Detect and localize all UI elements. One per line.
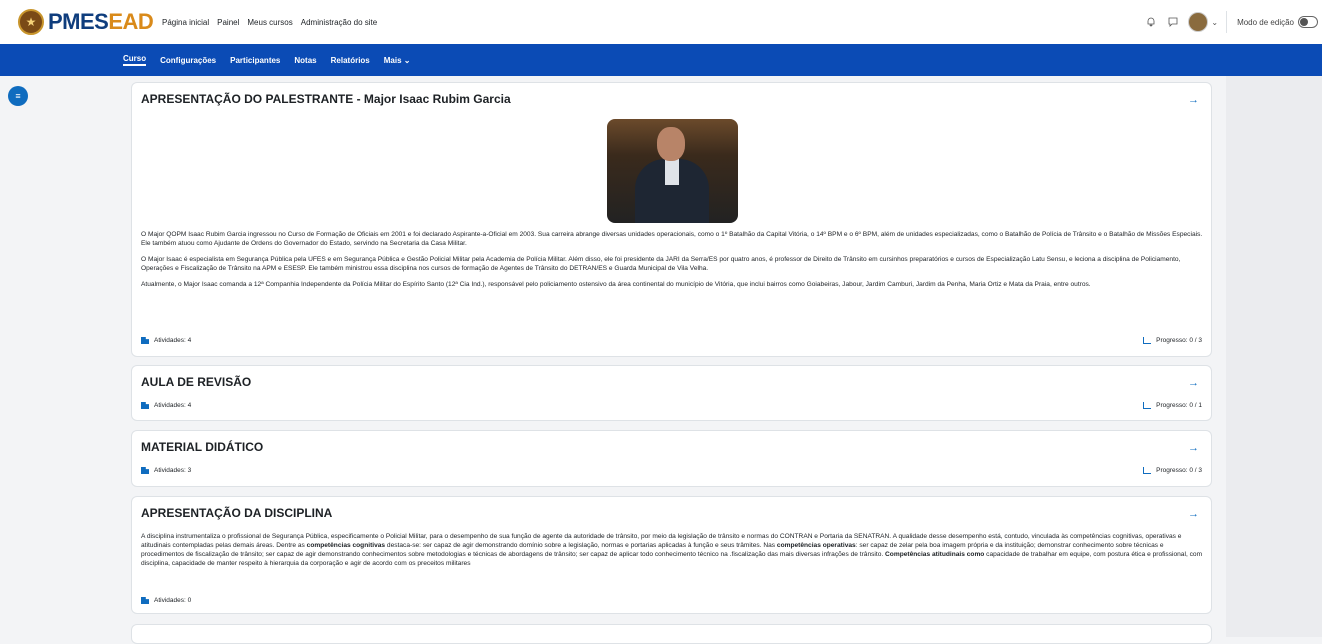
section-description: A disciplina instrumentaliza o profissio… — [141, 532, 1204, 575]
chart-icon — [1143, 337, 1152, 344]
progress-info: Progresso: 0 / 3 — [1143, 337, 1202, 344]
nav-home[interactable]: Página inicial — [162, 18, 209, 27]
right-drawer-area — [1226, 76, 1322, 637]
section-card: APRESENTAÇÃO DO PALESTRANTE - Major Isaa… — [131, 82, 1212, 357]
activities-count: Atividades: 4 — [141, 337, 191, 344]
bold-text: competências operativas — [776, 542, 856, 549]
tab-reports[interactable]: Relatórios — [331, 56, 370, 65]
tab-grades[interactable]: Notas — [294, 56, 316, 65]
section-card: AULA DE REVISÃO → Atividades: 4 Progress… — [131, 365, 1212, 421]
tab-more[interactable]: Mais ⌄ — [384, 56, 411, 65]
avatar[interactable] — [1188, 12, 1209, 32]
chat-icon[interactable] — [1166, 15, 1180, 29]
edit-mode-toggle[interactable] — [1298, 16, 1318, 28]
arrow-right-icon[interactable]: → — [1188, 508, 1199, 520]
description-paragraph: Atualmente, o Major Isaac comanda a 12ª … — [141, 281, 1091, 288]
bell-icon[interactable] — [1144, 15, 1158, 29]
description-paragraph: A disciplina instrumentaliza o profissio… — [141, 532, 1204, 568]
activities-count: Atividades: 3 — [141, 467, 191, 474]
next-section-card — [131, 624, 1212, 644]
activities-count: Atividades: 0 — [141, 597, 191, 604]
section-description: O Major QOPM Isaac Rubim Garcia ingresso… — [141, 230, 1204, 296]
chart-icon — [1143, 467, 1152, 474]
tab-course[interactable]: Curso — [123, 54, 147, 66]
user-tools: ⌄ Modo de edição — [1144, 0, 1322, 44]
top-navbar: ★ PMESEAD Página inicial Painel Meus cur… — [0, 0, 1322, 45]
speaker-photo — [607, 119, 738, 223]
description-paragraph: O Major QOPM Isaac Rubim Garcia ingresso… — [141, 231, 1203, 247]
bold-text: Competências atitudinais como — [885, 551, 985, 558]
course-index-toggle-icon[interactable]: ≡ — [8, 86, 28, 106]
divider — [1226, 11, 1228, 33]
arrow-right-icon[interactable]: → — [1188, 442, 1199, 454]
nav-my-courses[interactable]: Meus cursos — [247, 18, 292, 27]
text-segment: destaca-se: ser capaz de agir demonstran… — [385, 542, 777, 549]
progress-info: Progresso: 0 / 1 — [1143, 402, 1202, 409]
arrow-right-icon[interactable]: → — [1188, 94, 1199, 106]
activities-icon — [141, 467, 149, 474]
activities-icon — [141, 597, 149, 604]
section-title[interactable]: MATERIAL DIDÁTICO — [141, 440, 263, 454]
activities-icon — [141, 402, 149, 409]
section-title[interactable]: AULA DE REVISÃO — [141, 375, 251, 389]
logo-text: PMESEAD — [48, 9, 154, 34]
arrow-right-icon[interactable]: → — [1188, 377, 1199, 389]
activities-icon — [141, 337, 149, 344]
activities-count: Atividades: 4 — [141, 402, 191, 409]
tab-participants[interactable]: Participantes — [230, 56, 280, 65]
description-paragraph: O Major Isaac é especialista em Seguranç… — [141, 256, 1181, 272]
primary-navigation: Página inicial Painel Meus cursos Admini… — [162, 0, 377, 44]
section-title[interactable]: APRESENTAÇÃO DO PALESTRANTE - Major Isaa… — [141, 92, 511, 106]
edit-mode-label: Modo de edição — [1237, 17, 1294, 27]
course-navigation: Curso Configurações Participantes Notas … — [0, 44, 1322, 76]
nav-dashboard[interactable]: Painel — [217, 18, 239, 27]
section-title[interactable]: APRESENTAÇÃO DA DISCIPLINA — [141, 506, 332, 520]
crest-icon: ★ — [18, 9, 44, 35]
nav-site-admin[interactable]: Administração do site — [301, 18, 377, 27]
site-logo[interactable]: ★ PMESEAD — [18, 8, 154, 36]
bold-text: competências cognitivas — [306, 542, 386, 549]
section-card: APRESENTAÇÃO DA DISCIPLINA → A disciplin… — [131, 496, 1212, 614]
tab-settings[interactable]: Configurações — [160, 56, 216, 65]
section-card: MATERIAL DIDÁTICO → Atividades: 3 Progre… — [131, 430, 1212, 487]
chart-icon — [1143, 402, 1152, 409]
progress-info: Progresso: 0 / 3 — [1143, 467, 1202, 474]
chevron-down-icon[interactable]: ⌄ — [1211, 18, 1218, 27]
